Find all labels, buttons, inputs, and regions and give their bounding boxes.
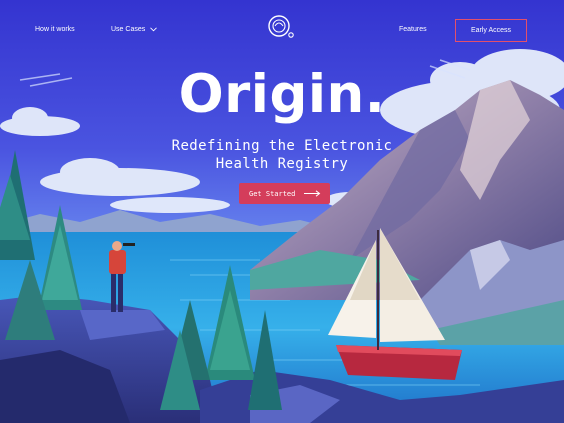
early-access-button[interactable]: Early Access — [455, 19, 527, 42]
hero-subtitle-line-2: Health Registry — [215, 156, 349, 172]
landing-page: How it works Use Cases Features Early Ac… — [0, 0, 564, 423]
nav-features[interactable]: Features — [399, 26, 427, 33]
nav-how-it-works[interactable]: How it works — [35, 26, 75, 33]
nav-use-cases[interactable]: Use Cases — [111, 26, 158, 33]
chevron-down-icon — [150, 27, 158, 32]
top-navigation: How it works Use Cases Features Early Ac… — [0, 0, 564, 60]
get-started-button[interactable]: Get Started — [239, 183, 330, 204]
hero-title: Origin. — [178, 64, 386, 125]
origin-logo-icon[interactable] — [266, 14, 298, 42]
nav-use-cases-label: Use Cases — [111, 26, 146, 33]
hero-subtitle: Redefining the Electronic Health Registr… — [0, 137, 564, 173]
early-access-label: Early Access — [470, 27, 512, 34]
hero-subtitle-line-1: Redefining the Electronic — [171, 138, 393, 154]
arrow-right-icon — [304, 190, 321, 197]
get-started-label: Get Started — [249, 189, 296, 198]
